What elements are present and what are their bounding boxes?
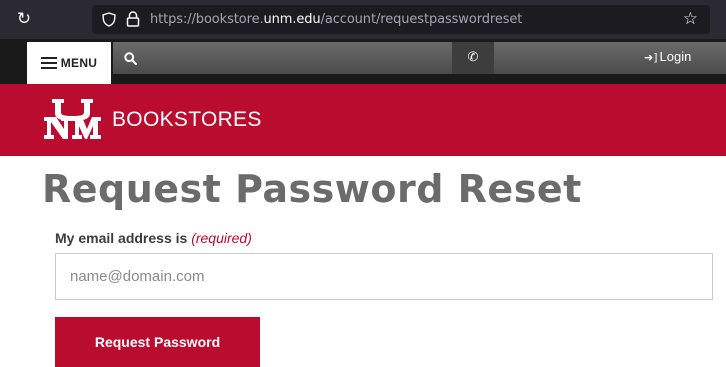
search-button[interactable] [116,44,144,72]
menu-label: MENU [60,56,98,70]
search-icon [123,52,137,66]
url-text: https://bookstore.unm.edu/account/reques… [150,12,522,27]
request-password-button[interactable]: Request Password [55,317,260,367]
nav-strip [113,42,726,74]
reload-icon[interactable]: ↻ [14,9,34,29]
page-title: Request Password Reset [42,167,582,211]
login-link[interactable]: ➜] Login [644,49,691,64]
browser-toolbar: ↻ https://bookstore.unm.edu/account/requ… [0,0,726,39]
menu-button[interactable]: MENU [27,42,111,84]
address-bar[interactable]: https://bookstore.unm.edu/account/reques… [92,5,710,34]
lock-icon[interactable] [126,11,140,27]
phone-icon: ✆ [467,50,479,65]
unm-logo[interactable] [42,97,103,141]
sign-in-icon: ➜] [644,51,658,64]
star-icon[interactable]: ☆ [683,9,698,29]
shield-icon [102,12,116,27]
email-input[interactable] [55,253,713,300]
url-path: /account/requestpasswordreset [320,12,523,27]
email-label: My email address is (required) [55,230,252,246]
email-label-text: My email address is [55,230,188,246]
brand-banner [0,84,726,156]
url-prefix: https://bookstore. [150,12,264,27]
hamburger-icon [40,57,57,69]
url-host: unm.edu [263,12,321,27]
phone-button[interactable]: ✆ [452,42,494,74]
brand-name: BOOKSTORES [112,108,262,131]
required-indicator: (required) [191,230,252,246]
login-label: Login [659,49,692,64]
